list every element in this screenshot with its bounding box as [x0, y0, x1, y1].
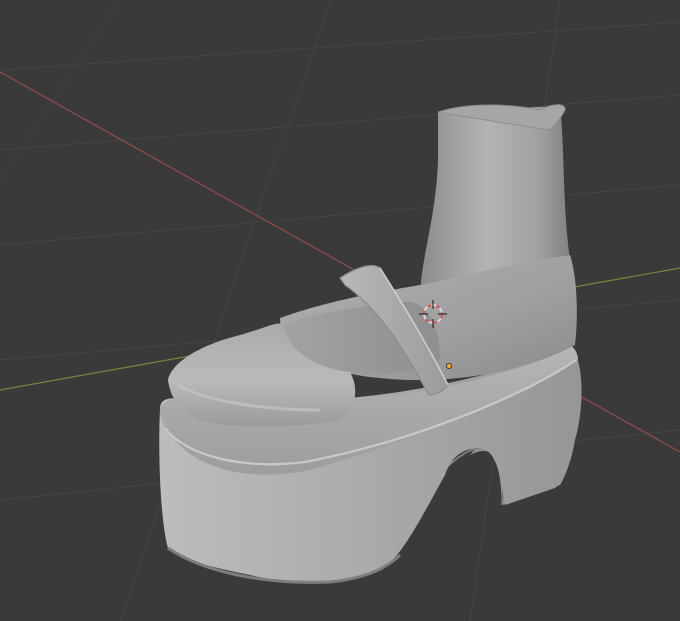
- object-origin-dot[interactable]: [445, 362, 452, 369]
- viewport-canvas[interactable]: [0, 0, 680, 621]
- 3d-viewport[interactable]: [0, 0, 680, 621]
- boot-mesh[interactable]: [159, 104, 582, 584]
